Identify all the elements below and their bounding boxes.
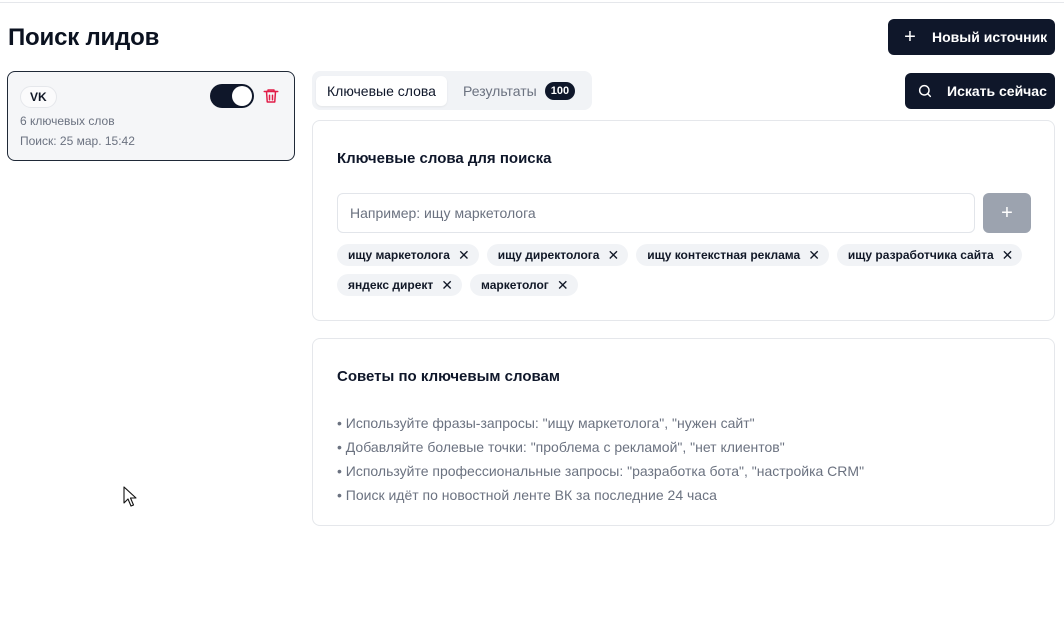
- close-icon[interactable]: ✕: [557, 278, 569, 292]
- tips-panel: Советы по ключевым словам • Используйте …: [312, 338, 1055, 526]
- keyword-chip-label: ищу маркетолога: [348, 248, 450, 262]
- source-card-vk[interactable]: VK 6 ключевых слов Поиск: 25 мар. 15:42: [7, 71, 295, 161]
- source-badge: VK: [20, 86, 57, 108]
- tab-keywords-label: Ключевые слова: [327, 83, 436, 99]
- toggle-knob: [232, 86, 252, 106]
- keywords-panel: Ключевые слова для поиска + ищу маркетол…: [312, 120, 1055, 321]
- close-icon[interactable]: ✕: [458, 248, 470, 262]
- keyword-chip: ищу разработчика сайта ✕: [836, 244, 1023, 266]
- keyword-chip-label: ищу контекстная реклама: [647, 248, 801, 262]
- tab-results[interactable]: Результаты 100: [451, 76, 588, 106]
- source-enabled-toggle[interactable]: [210, 84, 254, 108]
- keyword-chip-label: маркетолог: [481, 278, 549, 292]
- search-icon: [918, 84, 932, 98]
- results-count-badge: 100: [544, 82, 576, 100]
- tab-results-label: Результаты: [463, 83, 537, 99]
- plus-icon: +: [1001, 201, 1013, 224]
- keyword-chip-label: яндекс директ: [348, 278, 434, 292]
- close-icon[interactable]: ✕: [607, 248, 619, 262]
- tip-item: • Поиск идёт по новостной ленте ВК за по…: [337, 487, 717, 503]
- keyword-chip-label: ищу директолога: [497, 248, 600, 262]
- close-icon[interactable]: ✕: [808, 248, 820, 262]
- mouse-cursor-icon: [123, 486, 137, 507]
- trash-icon[interactable]: [262, 87, 280, 105]
- tip-item: • Используйте профессиональные запросы: …: [337, 463, 865, 479]
- keyword-chips: ищу маркетолога ✕ ищу директолога ✕ ищу …: [337, 244, 1037, 296]
- close-icon[interactable]: ✕: [1002, 248, 1014, 262]
- search-now-label: Искать сейчас: [947, 83, 1047, 99]
- tips-list: • Используйте фразы-запросы: "ищу маркет…: [337, 411, 864, 507]
- source-last-search: Поиск: 25 мар. 15:42: [20, 134, 135, 148]
- new-source-button[interactable]: + Новый источник: [888, 19, 1055, 55]
- keyword-chip: ищу контекстная реклама ✕: [636, 244, 829, 266]
- top-divider: [0, 2, 1064, 3]
- tabs-bar: Ключевые слова Результаты 100: [312, 71, 592, 110]
- keyword-chip: ищу маркетолога ✕: [337, 244, 479, 266]
- keyword-chip: ищу директолога ✕: [486, 244, 629, 266]
- tip-item: • Добавляйте болевые точки: "проблема с …: [337, 439, 785, 455]
- keyword-chip-label: ищу разработчика сайта: [847, 248, 994, 262]
- plus-icon: +: [904, 26, 916, 48]
- page-title: Поиск лидов: [8, 24, 160, 51]
- add-keyword-button[interactable]: +: [983, 193, 1031, 233]
- close-icon[interactable]: ✕: [441, 278, 453, 292]
- tab-keywords[interactable]: Ключевые слова: [316, 76, 447, 106]
- keyword-input[interactable]: [337, 193, 975, 233]
- source-keywords-count: 6 ключевых слов: [20, 114, 115, 128]
- search-now-button[interactable]: Искать сейчас: [905, 73, 1055, 109]
- keyword-chip: яндекс директ ✕: [337, 274, 463, 296]
- new-source-label: Новый источник: [932, 29, 1048, 45]
- tip-item: • Используйте фразы-запросы: "ищу маркет…: [337, 415, 755, 431]
- keyword-chip: маркетолог ✕: [470, 274, 578, 296]
- keywords-panel-title: Ключевые слова для поиска: [337, 150, 552, 167]
- tips-panel-title: Советы по ключевым словам: [337, 368, 560, 385]
